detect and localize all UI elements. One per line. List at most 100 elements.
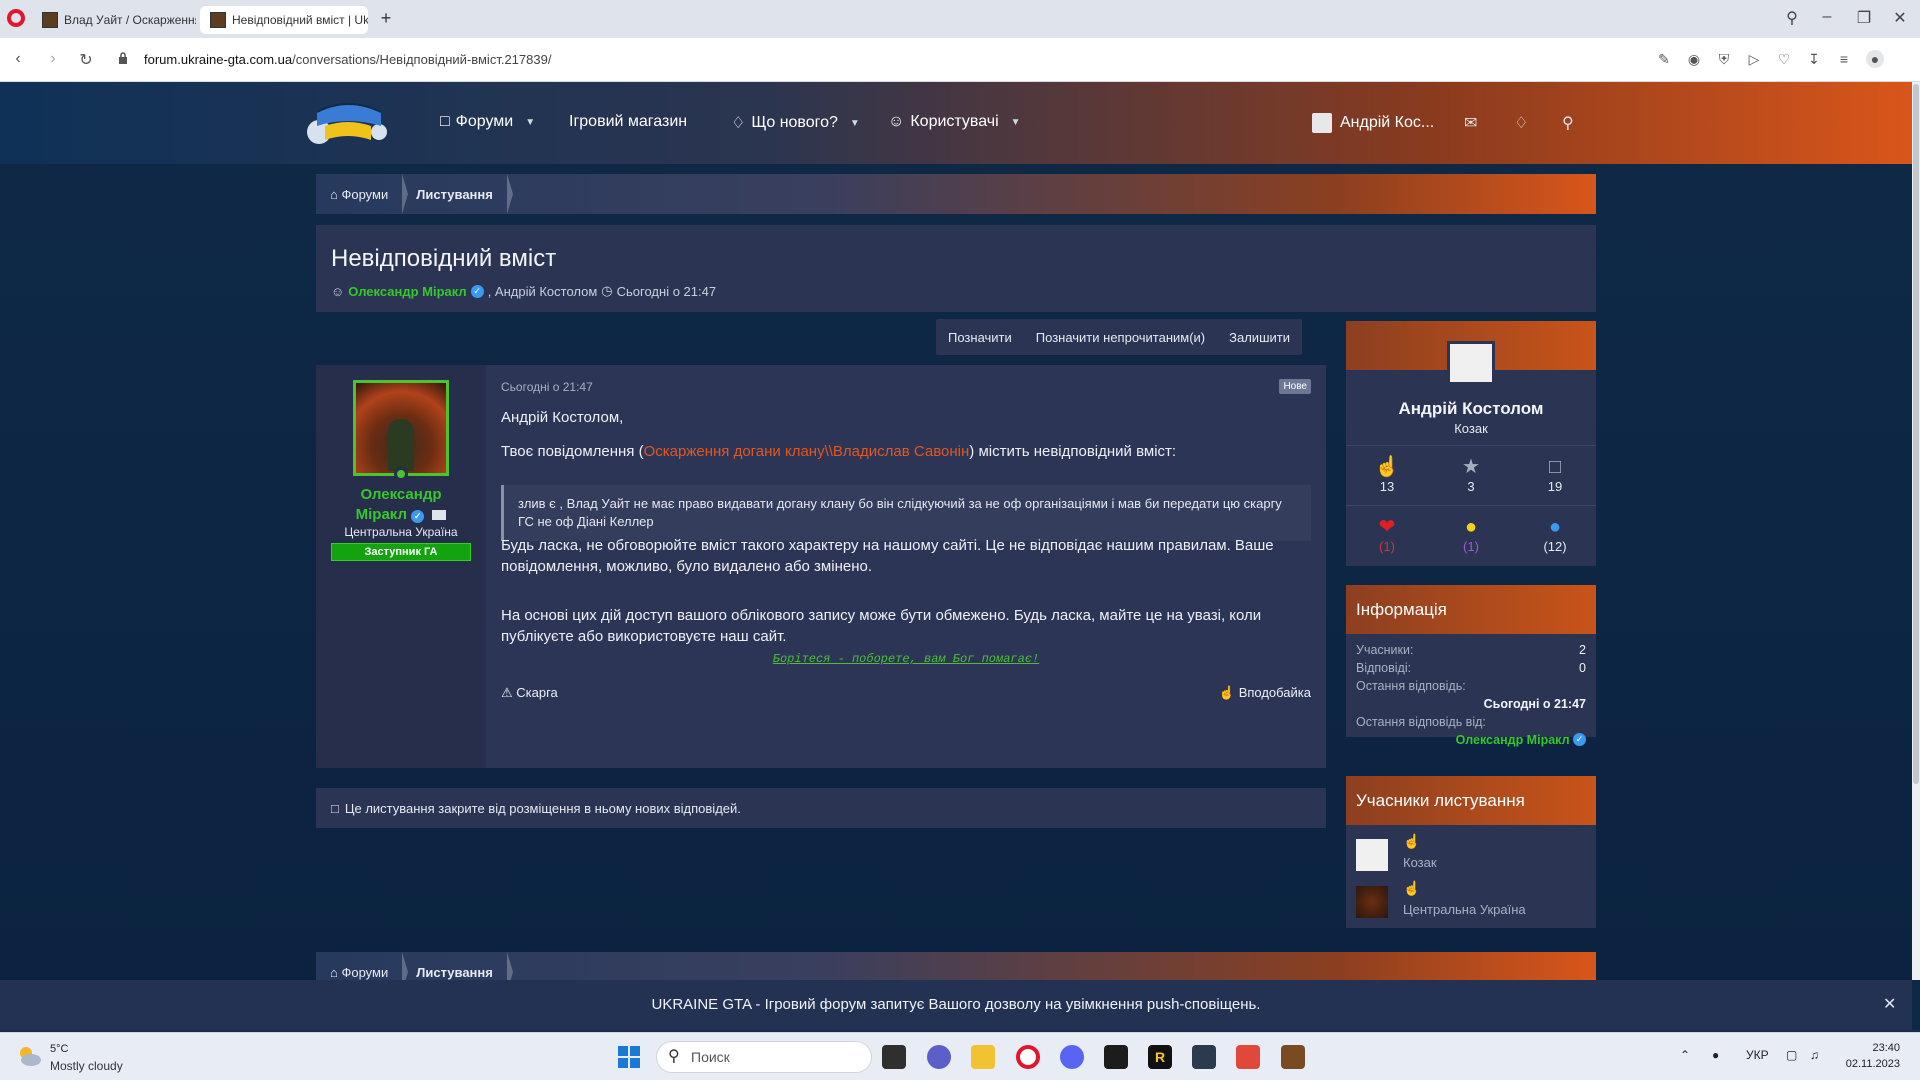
- breadcrumb-home[interactable]: ⌂ Форуми: [316, 952, 409, 980]
- microphone-icon[interactable]: ●: [1712, 1048, 1719, 1062]
- participant-avatar[interactable]: [1356, 886, 1388, 918]
- teams-chat-icon[interactable]: [927, 1045, 951, 1069]
- nav-whats-new-label: Що нового?: [751, 114, 838, 131]
- info-card: Інформація Учасники: 2 Відповіді: 0 Останн…: [1346, 585, 1596, 747]
- participant-item[interactable]: ☝ Козак: [1356, 833, 1586, 877]
- restore-icon[interactable]: ❐: [1852, 8, 1876, 28]
- reaction-love: ❤ (1): [1362, 515, 1412, 554]
- users-icon: ☺: [888, 113, 905, 130]
- report-button[interactable]: ⚠ Скарга: [501, 685, 558, 700]
- message-paragraph-1: Твоє повідомлення (Оскарження догани кла…: [501, 443, 1177, 460]
- input-language[interactable]: УКР: [1746, 1048, 1769, 1062]
- minimize-icon[interactable]: –: [1815, 8, 1839, 26]
- forward-icon[interactable]: ›: [43, 50, 63, 68]
- alerts-bell-icon[interactable]: ♢: [1514, 113, 1528, 133]
- browser-tabbar: Влад Уайт / Оскарження Невідповідний вмі…: [0, 0, 1920, 38]
- thumbs-up-icon: ☝: [1374, 456, 1400, 478]
- breadcrumb-current-label: Листування: [416, 964, 493, 980]
- breadcrumb-home-label: Форуми: [341, 186, 389, 202]
- breadcrumb-conversations[interactable]: Листування: [402, 174, 513, 214]
- stat-trophies: ★ 3: [1446, 455, 1496, 494]
- back-icon[interactable]: ‹: [8, 50, 28, 68]
- nav-forums[interactable]: □ Форуми ▼: [440, 113, 535, 131]
- close-icon[interactable]: ✕: [1883, 980, 1896, 1030]
- player-icon[interactable]: ▷: [1745, 50, 1763, 68]
- address-bar: ‹ › ↻ forum.ukraine-gta.com.ua/conversat…: [0, 38, 1920, 113]
- taskbar-search[interactable]: ⚲ Поиск: [656, 1041, 872, 1073]
- taskbar-search-label: Поиск: [691, 1049, 730, 1065]
- conversation-time: Сьогодні о 21:47: [616, 283, 717, 299]
- photo-app-icon[interactable]: [1281, 1045, 1305, 1069]
- participant-item[interactable]: ☝ Центральна Україна: [1356, 880, 1586, 924]
- heart-icon[interactable]: ♡: [1775, 50, 1793, 68]
- author-name[interactable]: Олександр Міракл ✓: [316, 485, 486, 525]
- url-field[interactable]: forum.ukraine-gta.com.ua/conversations/Н…: [144, 52, 551, 67]
- info-title: Інформація: [1346, 585, 1596, 634]
- profile-name[interactable]: Андрій Костолом: [1346, 399, 1596, 419]
- reaction-pikachu: ● (1): [1446, 515, 1496, 554]
- shield-icon[interactable]: ⛨: [1715, 50, 1733, 68]
- like-reaction-icon: ●: [1548, 516, 1562, 538]
- snapshot-edit-icon[interactable]: ✎: [1655, 50, 1673, 68]
- camera-icon[interactable]: ◉: [1685, 50, 1703, 68]
- tab-conversation[interactable]: Невідповідний вміст | Uk: [200, 6, 368, 34]
- search-icon[interactable]: ⚲: [1562, 113, 1574, 133]
- page-title: Невідповідний вміст: [331, 245, 557, 272]
- clock-icon: ◷: [601, 283, 613, 298]
- nav-store[interactable]: Ігровий магазин: [569, 113, 687, 131]
- participant-link[interactable]: , Андрій Костолом: [488, 284, 598, 299]
- clock[interactable]: 23:40 02.11.2023: [1838, 1040, 1900, 1072]
- like-button[interactable]: ☝ Вподобайка: [1219, 682, 1311, 703]
- download-icon[interactable]: ↧: [1805, 50, 1823, 68]
- profile-avatar[interactable]: [1447, 341, 1495, 385]
- weather-cloud-icon[interactable]: [16, 1045, 42, 1067]
- game-app-icon[interactable]: [1104, 1045, 1128, 1069]
- author-region: Центральна Україна: [344, 525, 458, 539]
- mark-unread-button[interactable]: Позначити непрочитаним(и): [1024, 330, 1217, 345]
- rockstar-launcher-icon[interactable]: R: [1148, 1045, 1172, 1069]
- anydesk-icon[interactable]: [1236, 1045, 1260, 1069]
- ukraine-gta-logo[interactable]: [305, 96, 391, 148]
- participant-label: Козак: [1403, 855, 1437, 870]
- gta-app-icon[interactable]: [1192, 1045, 1216, 1069]
- thread-link[interactable]: Оскарження догани клану\\Владислав Савон…: [644, 443, 970, 460]
- task-view-icon[interactable]: [882, 1045, 906, 1069]
- opera-logo-icon[interactable]: [7, 9, 25, 27]
- reload-icon[interactable]: ↻: [76, 50, 96, 70]
- nav-whats-new[interactable]: ♢ Що нового? ▼: [731, 113, 860, 133]
- start-icon[interactable]: [617, 1045, 641, 1069]
- tab-favicon-icon: [42, 12, 58, 28]
- search-tabs-icon[interactable]: ⚲: [1780, 8, 1804, 28]
- leave-button[interactable]: Залишити: [1217, 330, 1302, 345]
- file-explorer-icon[interactable]: [971, 1045, 995, 1069]
- tray-chevron-icon[interactable]: ⌃: [1680, 1048, 1690, 1062]
- locked-notice: □ Це листування закрите від розміщення в…: [316, 788, 1326, 828]
- tab-appeal[interactable]: Влад Уайт / Оскарження: [32, 6, 196, 34]
- network-icon[interactable]: ▢: [1786, 1048, 1797, 1062]
- breadcrumb-conversations[interactable]: Листування: [402, 952, 513, 980]
- lock-icon: □: [331, 800, 339, 816]
- opera-taskbar-icon[interactable]: [1016, 1045, 1040, 1069]
- inbox-icon[interactable]: ✉: [1464, 113, 1477, 133]
- easy-setup-icon[interactable]: ≡: [1835, 50, 1853, 68]
- account-menu[interactable]: Андрій Кос...: [1312, 113, 1434, 133]
- mark-button[interactable]: Позначити: [936, 330, 1024, 345]
- discord-icon[interactable]: [1060, 1045, 1084, 1069]
- profile-icon[interactable]: ●: [1866, 50, 1884, 68]
- chevron-down-icon: ▼: [849, 117, 860, 129]
- thumbs-up-icon: ☝: [1403, 880, 1421, 896]
- page-scrollbar-thumb[interactable]: [1913, 84, 1919, 784]
- message-date[interactable]: Сьогодні о 21:47: [501, 380, 593, 394]
- participant-avatar[interactable]: [1356, 839, 1388, 871]
- new-tab-button[interactable]: +: [376, 9, 396, 29]
- nav-members[interactable]: ☺ Користувачі ▼: [888, 113, 1021, 131]
- breadcrumb-home[interactable]: ⌂ Форуми: [316, 174, 409, 214]
- close-window-icon[interactable]: ✕: [1888, 8, 1912, 28]
- starter-link[interactable]: Олександр Міракл: [348, 284, 466, 299]
- author-avatar[interactable]: [353, 380, 449, 476]
- comment-icon: □: [1548, 456, 1562, 478]
- volume-icon[interactable]: ♫: [1810, 1048, 1819, 1062]
- taskbar: 5°C Mostly cloudy ⚲ Поиск R ⌃ ● УКР ▢ ♫ …: [0, 1032, 1920, 1080]
- info-last-reply-by[interactable]: Олександр Міракл ✓: [1356, 733, 1586, 747]
- push-permission-banner: UKRAINE GTA - Ігровий форум запитує Вашо…: [0, 980, 1912, 1030]
